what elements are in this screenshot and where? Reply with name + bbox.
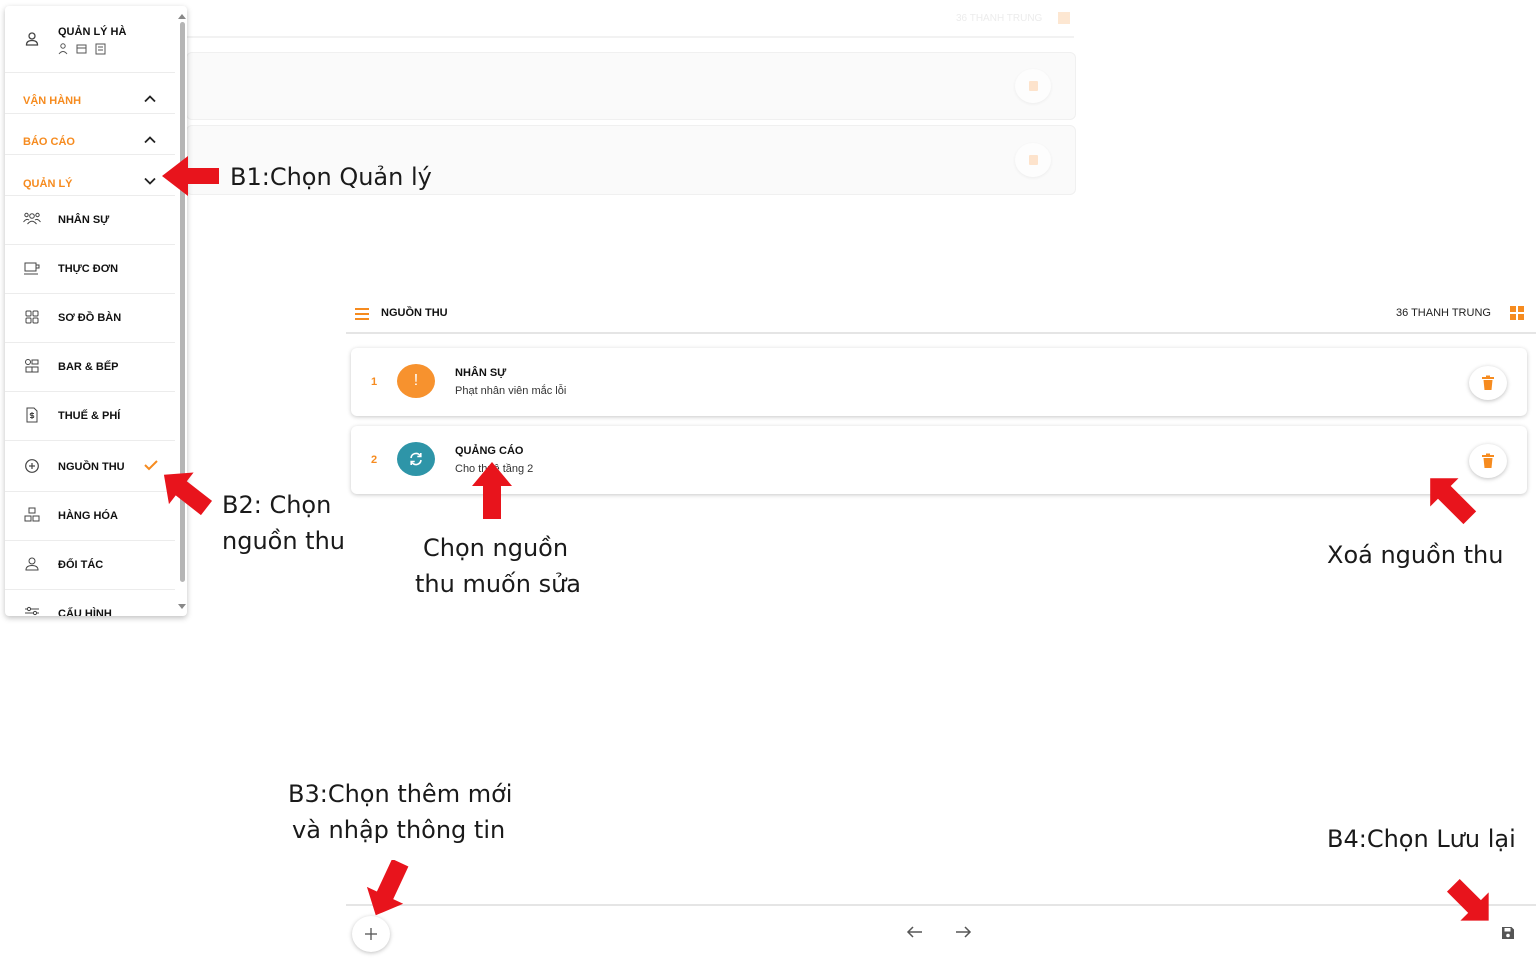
arrow-b2-icon [163, 472, 213, 516]
people-icon [23, 210, 41, 228]
background-header-line [186, 36, 1074, 38]
tax-document-icon [23, 406, 41, 424]
sidebar-item-nguon-thu[interactable]: NGUỒN THU [5, 440, 175, 492]
annotation-edit-line1: Chọn nguồn [423, 534, 569, 562]
grid-icon [23, 308, 41, 326]
sidebar-item-label: CẤU HÌNH [58, 608, 112, 616]
kitchen-icon [23, 357, 41, 375]
annotation-delete: Xoá nguồn thu [1327, 541, 1504, 569]
user-role-icons [58, 43, 118, 55]
sidebar-item-label: SƠ ĐỒ BÀN [58, 312, 122, 324]
chevron-up-icon [143, 92, 157, 106]
trash-icon [1482, 375, 1494, 390]
settings-sliders-icon [23, 604, 41, 616]
row-title: QUẢNG CÁO [455, 445, 524, 457]
sidebar-item-thue-phi[interactable]: THUẾ & PHÍ [5, 391, 175, 441]
arrow-b4-icon [1446, 878, 1489, 921]
annotation-b1: B1:Chọn Quản lý [230, 163, 432, 191]
plus-icon [365, 928, 377, 940]
section-label: VẬN HÀNH [23, 95, 82, 107]
checkmark-icon [143, 458, 159, 472]
arrow-b1-icon [162, 156, 219, 196]
main-header: NGUỒN THU 36 THANH TRUNG [346, 296, 1536, 334]
hamburger-menu-icon[interactable] [354, 307, 370, 321]
arrow-right-icon[interactable] [954, 925, 972, 939]
sidebar-section-bao-cao[interactable]: BÁO CÁO [5, 113, 175, 155]
sidebar-item-label: NGUỒN THU [58, 461, 125, 473]
row-index: 1 [371, 376, 378, 388]
annotation-edit-line2: thu muốn sửa [415, 570, 581, 598]
arrow-b3-icon [366, 860, 409, 916]
refresh-icon [397, 442, 435, 476]
background-trash-button-2 [1015, 143, 1051, 177]
sidebar-item-label: ĐỐI TÁC [58, 559, 104, 571]
background-card-1 [186, 52, 1076, 120]
section-label: QUẢN LÝ [23, 178, 73, 190]
arrow-left-icon[interactable] [906, 925, 924, 939]
plus-circle-icon [23, 457, 41, 475]
background-grid-icon [1058, 12, 1070, 24]
sidebar-user-name: QUẢN LÝ HÀ [58, 26, 127, 38]
sidebar-item-label: BAR & BẾP [58, 361, 119, 373]
warning-mark: ! [413, 372, 419, 389]
annotation-b2-line2: nguồn thu [222, 527, 346, 555]
income-row-2[interactable]: 2 QUẢNG CÁO Cho thuê tầng 2 [351, 426, 1527, 494]
sidebar-item-thuc-don[interactable]: THỰC ĐƠN [5, 244, 175, 294]
scroll-up-arrow-icon[interactable] [178, 14, 186, 19]
chevron-down-icon [143, 174, 157, 188]
coffee-cup-icon [23, 259, 41, 277]
sidebar-item-label: THỰC ĐƠN [58, 263, 119, 275]
background-user-text: 36 THANH TRUNG [956, 13, 1043, 24]
partner-icon [23, 555, 41, 573]
sidebar-section-van-hanh[interactable]: VẬN HÀNH [5, 72, 175, 114]
sidebar-item-hang-hoa[interactable]: HÀNG HÓA [5, 491, 175, 541]
annotation-b3-line2: và nhập thông tin [292, 816, 506, 844]
sidebar-item-bar-bep[interactable]: BAR & BẾP [5, 342, 175, 392]
row-subtitle: Phạt nhân viên mắc lỗi [455, 385, 567, 397]
annotation-b4: B4:Chọn Lưu lại [1327, 825, 1516, 853]
income-row-1[interactable]: 1 ! NHÂN SỰ Phạt nhân viên mắc lỗi [351, 348, 1527, 416]
section-label: BÁO CÁO [23, 136, 75, 148]
delete-button[interactable] [1469, 366, 1507, 400]
background-trash-button-1 [1015, 69, 1051, 103]
sidebar-item-so-do-ban[interactable]: SƠ ĐỒ BÀN [5, 293, 175, 343]
trash-icon [1482, 453, 1494, 468]
scroll-down-arrow-icon[interactable] [178, 604, 186, 609]
warning-icon: ! [397, 364, 435, 398]
save-icon[interactable] [1501, 926, 1515, 940]
chevron-up-icon [143, 133, 157, 147]
sidebar-item-doi-tac[interactable]: ĐỐI TÁC [5, 540, 175, 590]
page-title: NGUỒN THU [381, 307, 448, 319]
annotation-b3-line1: B3:Chọn thêm mới [288, 780, 513, 808]
sidebar-item-label: HÀNG HÓA [58, 510, 118, 522]
annotation-b2-line1: B2: Chọn [222, 491, 332, 519]
sidebar-item-cau-hinh[interactable]: CẤU HÌNH [5, 589, 175, 616]
bottom-toolbar [346, 904, 1536, 959]
row-title: NHÂN SỰ [455, 367, 507, 379]
header-user-name[interactable]: 36 THANH TRUNG [1396, 307, 1491, 319]
row-index: 2 [371, 454, 378, 466]
sidebar-section-quan-ly[interactable]: QUẢN LÝ [5, 154, 175, 196]
add-button[interactable] [352, 916, 390, 952]
user-icon [23, 30, 41, 48]
sidebar-item-label: NHÂN SỰ [58, 214, 110, 226]
sidebar-menu: QUẢN LÝ HÀ VẬN HÀNH BÁO CÁO QUẢN LÝ NHÂN… [5, 6, 187, 616]
sidebar-item-label: THUẾ & PHÍ [58, 410, 121, 422]
boxes-icon [23, 506, 41, 524]
arrow-delete-icon [1430, 478, 1477, 525]
sidebar-item-nhan-su[interactable]: NHÂN SỰ [5, 195, 175, 245]
sidebar-user[interactable]: QUẢN LÝ HÀ [5, 6, 175, 73]
apps-grid-icon[interactable] [1510, 306, 1524, 320]
arrow-edit-icon [472, 462, 512, 519]
